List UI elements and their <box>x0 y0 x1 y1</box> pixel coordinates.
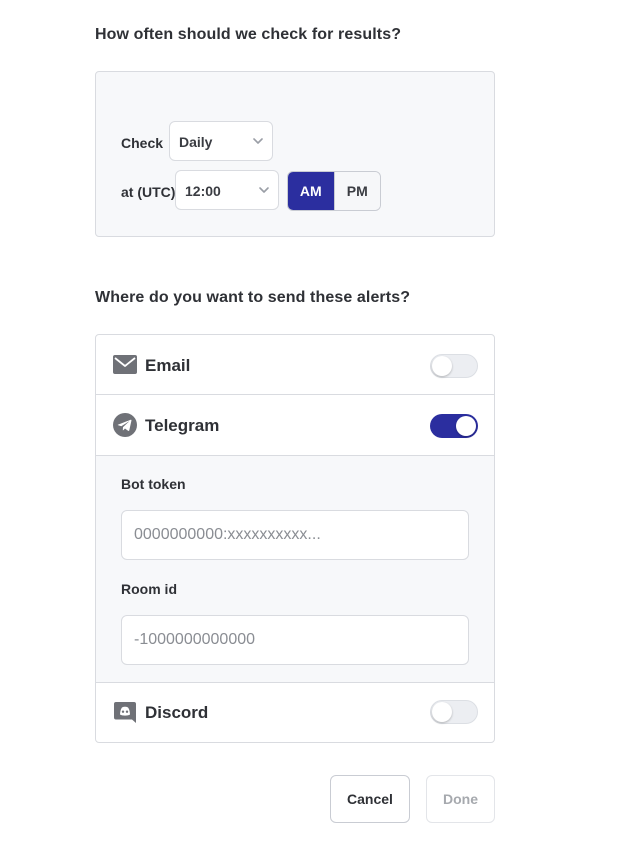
envelope-icon <box>113 355 137 374</box>
chevron-down-icon <box>259 187 269 193</box>
alert-channels-card: Email Telegram Bot token Room id <box>95 334 495 743</box>
discord-toggle[interactable] <box>430 700 478 724</box>
time-value: 12:00 <box>185 183 221 199</box>
schedule-section-title: How often should we check for results? <box>95 26 402 43</box>
frequency-select[interactable]: Daily <box>169 121 273 161</box>
channel-name-discord: Discord <box>145 703 209 722</box>
toggle-knob <box>432 356 452 376</box>
alert-settings-form: How often should we check for results? C… <box>0 0 634 841</box>
pm-button[interactable]: PM <box>333 172 380 210</box>
channel-row-telegram: Telegram <box>96 395 494 455</box>
toggle-knob <box>432 702 452 722</box>
email-toggle[interactable] <box>430 354 478 378</box>
room-id-label: Room id <box>121 581 177 597</box>
cancel-button[interactable]: Cancel <box>330 775 410 823</box>
check-label: Check <box>121 135 164 151</box>
alerts-section-title: Where do you want to send these alerts? <box>95 289 411 306</box>
time-label: at (UTC) <box>121 184 176 200</box>
toggle-knob <box>456 416 476 436</box>
telegram-settings-panel: Bot token Room id <box>96 456 494 682</box>
bot-token-input[interactable] <box>121 510 469 560</box>
time-select[interactable]: 12:00 <box>175 170 279 210</box>
channel-name-telegram: Telegram <box>145 416 220 435</box>
room-id-input[interactable] <box>121 615 469 665</box>
frequency-value: Daily <box>179 134 213 150</box>
discord-icon <box>114 702 136 723</box>
am-button[interactable]: AM <box>288 172 334 210</box>
telegram-icon <box>113 413 137 437</box>
channel-row-discord: Discord <box>96 682 494 742</box>
am-pm-toggle: AM PM <box>287 171 381 211</box>
channel-name-email: Email <box>145 356 191 375</box>
telegram-toggle[interactable] <box>430 414 478 438</box>
done-button[interactable]: Done <box>426 775 495 823</box>
channel-row-email: Email <box>96 335 494 395</box>
bot-token-label: Bot token <box>121 476 186 492</box>
schedule-card: Check Daily at (UTC) 12:00 <box>95 71 495 237</box>
chevron-down-icon <box>253 138 263 144</box>
